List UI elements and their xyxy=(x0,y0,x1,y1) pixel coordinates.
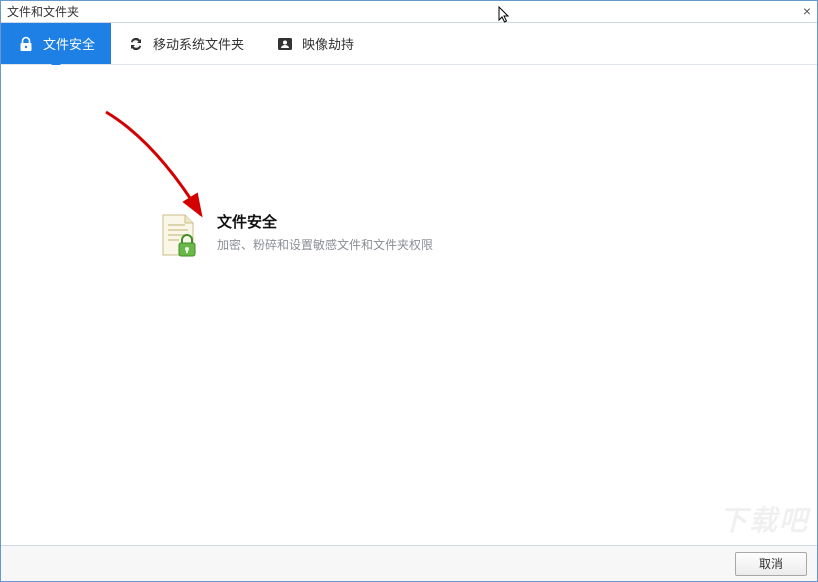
tab-label: 映像劫持 xyxy=(302,34,354,53)
watermark: 下载吧 xyxy=(719,499,809,539)
card-description: 加密、粉碎和设置敏感文件和文件夹权限 xyxy=(217,236,433,253)
window: 文件和文件夹 × 文件安全 移动系统文件夹 xyxy=(0,0,818,582)
document-lock-icon xyxy=(155,211,203,259)
content-area: 文件安全 加密、粉碎和设置敏感文件和文件夹权限 下载吧 xyxy=(1,65,817,545)
window-title: 文件和文件夹 xyxy=(7,3,79,20)
titlebar: 文件和文件夹 × xyxy=(1,1,817,23)
lock-icon xyxy=(17,35,35,53)
refresh-icon xyxy=(127,35,145,53)
tabbar: 文件安全 移动系统文件夹 映像劫持 xyxy=(1,23,817,65)
tab-move-system-folders[interactable]: 移动系统文件夹 xyxy=(111,23,260,64)
person-card-icon xyxy=(276,35,294,53)
tab-file-security[interactable]: 文件安全 xyxy=(1,23,111,64)
card-title: 文件安全 xyxy=(217,211,433,232)
cancel-button[interactable]: 取消 xyxy=(735,552,807,576)
card-text: 文件安全 加密、粉碎和设置敏感文件和文件夹权限 xyxy=(217,211,433,253)
file-security-card[interactable]: 文件安全 加密、粉碎和设置敏感文件和文件夹权限 xyxy=(151,207,437,263)
tab-label: 移动系统文件夹 xyxy=(153,34,244,53)
tab-label: 文件安全 xyxy=(43,34,95,53)
tab-image-hijack[interactable]: 映像劫持 xyxy=(260,23,370,64)
footer: 取消 xyxy=(1,545,817,581)
close-button[interactable]: × xyxy=(803,4,811,18)
